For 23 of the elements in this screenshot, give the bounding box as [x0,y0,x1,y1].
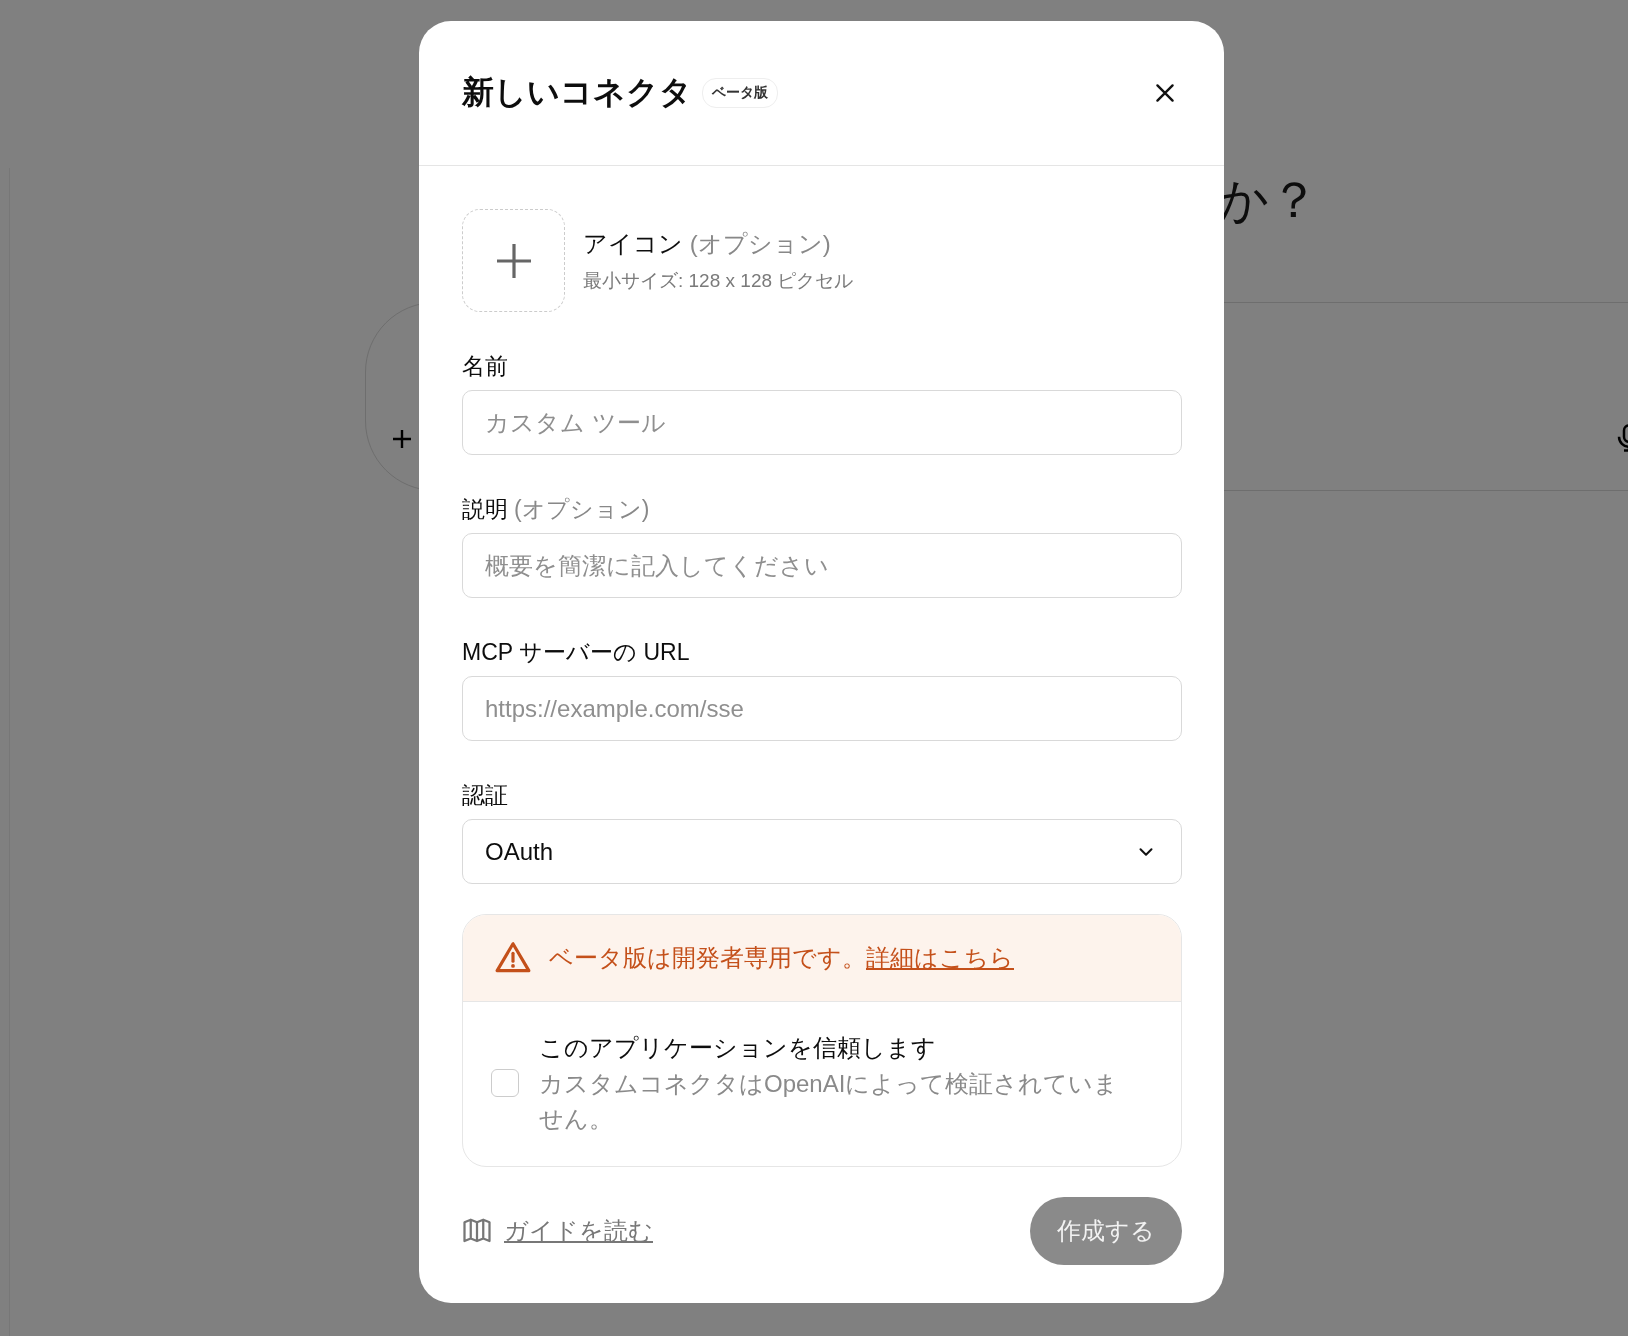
warning-text: ベータ版は開発者専用です。詳細はこちら [549,943,1014,973]
field-label: 説明 [462,496,508,522]
optional-hint: (オプション) [689,229,831,257]
trust-description: カスタムコネクタはOpenAIによって検証されていません。 [539,1069,1120,1134]
optional-hint: (オプション) [514,496,650,522]
dialog-title: 新しいコネクタ [462,73,692,112]
field-label: 認証 [462,782,508,808]
trust-label: このアプリケーションを信頼します [539,1033,937,1063]
icon-size-note: 最小サイズ: 128 x 128 ピクセル [583,268,854,293]
auth-dropdown[interactable]: OAuth [462,819,1182,884]
plus-icon [496,243,531,278]
icon-upload-button[interactable] [462,209,565,312]
details-link[interactable]: 詳細はこちら [866,944,1014,971]
icon-label: アイコン [583,229,683,257]
input-field[interactable]: https://example.com/sse [462,676,1182,741]
input-field[interactable]: 概要を簡潔に記入してください [462,533,1182,598]
field-label: MCP サーバーの URL [462,639,690,665]
beta-badge: ベータ版 [702,78,778,108]
input-field[interactable]: カスタム ツール [462,390,1182,455]
trust-checkbox[interactable] [491,1069,519,1097]
plus-icon [390,427,414,451]
field-label: 名前 [462,353,508,379]
guide-link[interactable]: ガイドを読む [504,1215,653,1247]
